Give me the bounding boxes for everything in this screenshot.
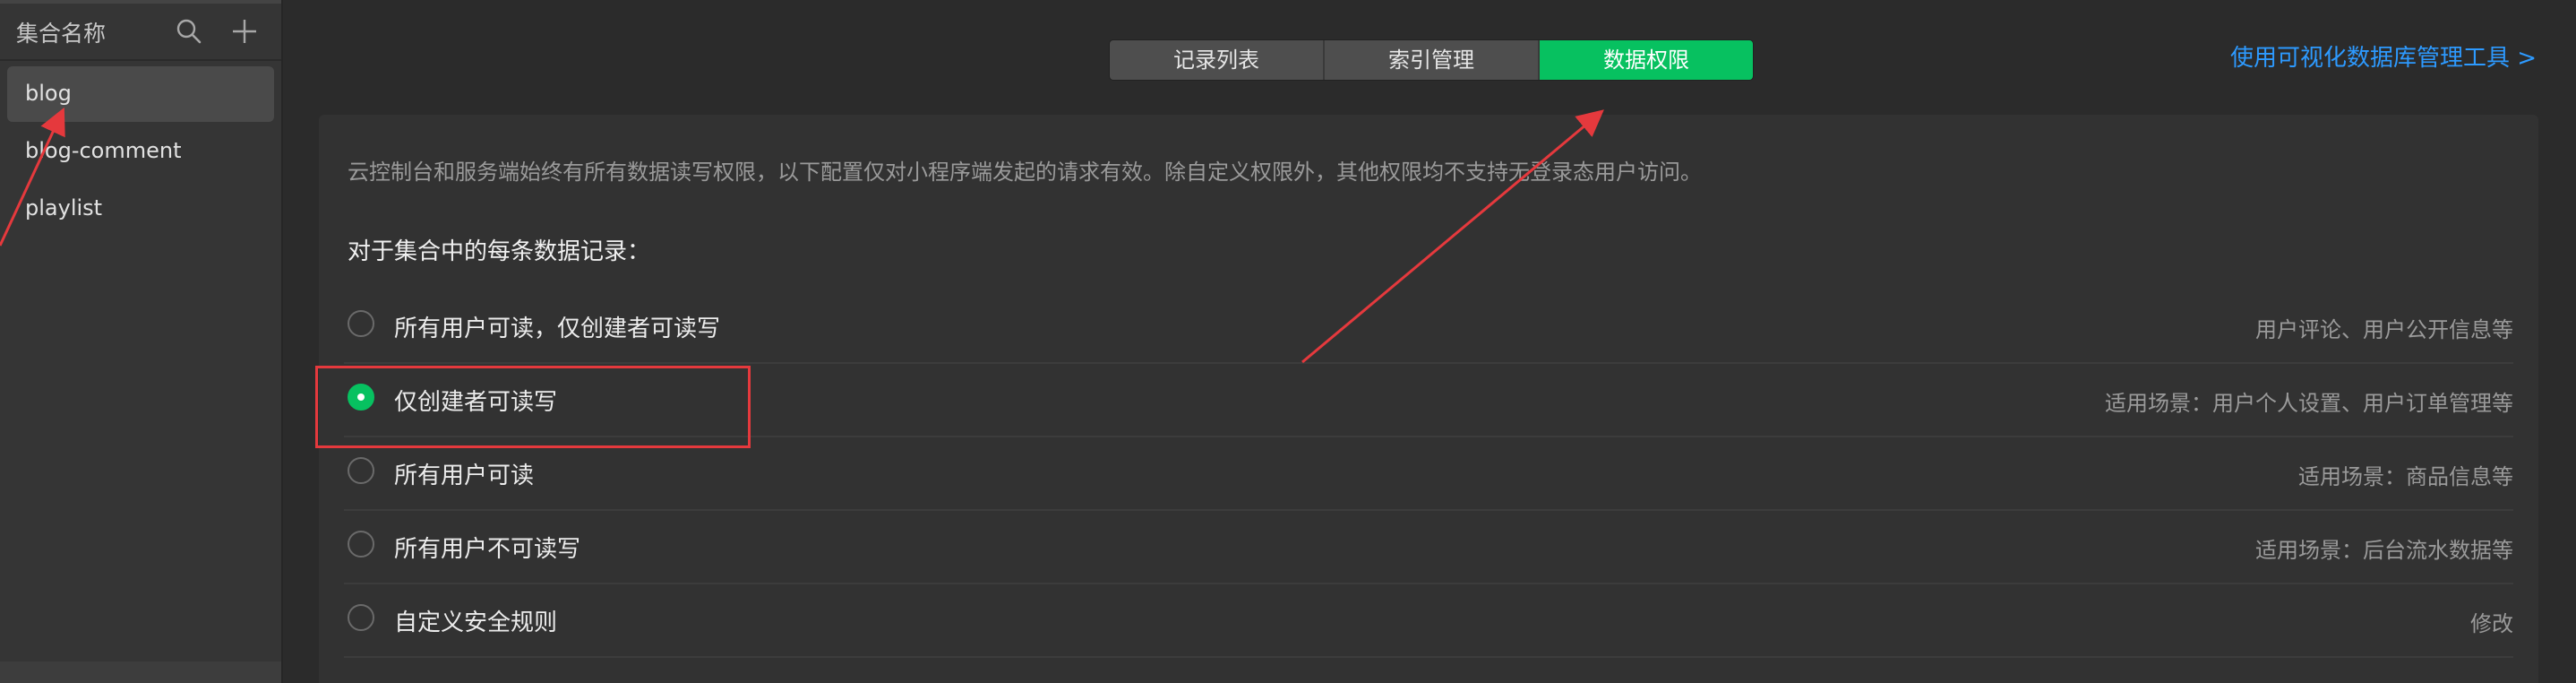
sidebar-title: 集合名称 [16,21,107,47]
option-row-public-read-creator-write[interactable]: 所有用户可读，仅创建者可读写 用户评论、用户公开信息等 [344,290,2513,364]
option-label: 所有用户不可读写 [394,536,581,563]
option-hint: 用户评论、用户公开信息等 [2255,317,2513,342]
option-row-no-access[interactable]: 所有用户不可读写 适用场景：后台流水数据等 [344,511,2513,584]
radio-button[interactable] [348,310,374,337]
permission-panel: 云控制台和服务端始终有所有数据读写权限，以下配置仅对小程序端发起的请求有效。除自… [319,115,2538,683]
sidebar-header: 集合名称 [0,0,281,61]
sidebar-item-label: blog-comment [25,138,182,163]
tab-indexes[interactable]: 索引管理 [1325,40,1540,80]
option-label: 所有用户可读 [394,463,535,489]
edit-link[interactable]: 修改 [2470,606,2513,637]
sidebar-item-label: blog [25,81,72,106]
option-hint: 适用场景：商品信息等 [2298,464,2513,489]
option-row-creator-only[interactable]: 仅创建者可读写 适用场景：用户个人设置、用户订单管理等 [344,364,2513,437]
option-label: 所有用户可读，仅创建者可读写 [394,316,721,342]
radio-button[interactable] [348,604,374,631]
collection-list: blog blog-comment playlist [0,66,281,238]
tab-bar: 记录列表 索引管理 数据权限 [1109,39,1754,81]
radio-button[interactable] [348,531,374,558]
search-icon[interactable] [174,16,204,47]
sidebar: 集合名称 blog blog-comment playlist [0,0,283,683]
section-title: 对于集合中的每条数据记录： [348,238,651,265]
option-hint: 适用场景：用户个人设置、用户订单管理等 [2105,391,2513,416]
option-row-public-read[interactable]: 所有用户可读 适用场景：商品信息等 [344,437,2513,511]
sidebar-footer [0,661,281,683]
permission-notice: 云控制台和服务端始终有所有数据读写权限，以下配置仅对小程序端发起的请求有效。除自… [348,160,1702,185]
plus-icon[interactable] [229,16,260,47]
option-label: 仅创建者可读写 [394,389,558,416]
app-window: 集合名称 blog blog-comment playlist 记录列表 索引管… [0,0,2576,683]
sidebar-item-blog[interactable]: blog [7,66,274,122]
sidebar-item-label: playlist [25,195,103,220]
option-label: 自定义安全规则 [394,610,558,636]
option-row-custom-rules[interactable]: 自定义安全规则 修改 [344,584,2513,658]
radio-button-checked[interactable] [348,384,374,411]
sidebar-item-blog-comment[interactable]: blog-comment [7,124,274,179]
radio-button[interactable] [348,457,374,484]
visual-db-tool-link[interactable]: 使用可视化数据库管理工具 > [2230,39,2537,73]
sidebar-item-playlist[interactable]: playlist [7,181,274,237]
option-hint: 适用场景：后台流水数据等 [2255,538,2513,563]
tab-records[interactable]: 记录列表 [1110,40,1325,80]
tab-permissions[interactable]: 数据权限 [1540,40,1753,80]
